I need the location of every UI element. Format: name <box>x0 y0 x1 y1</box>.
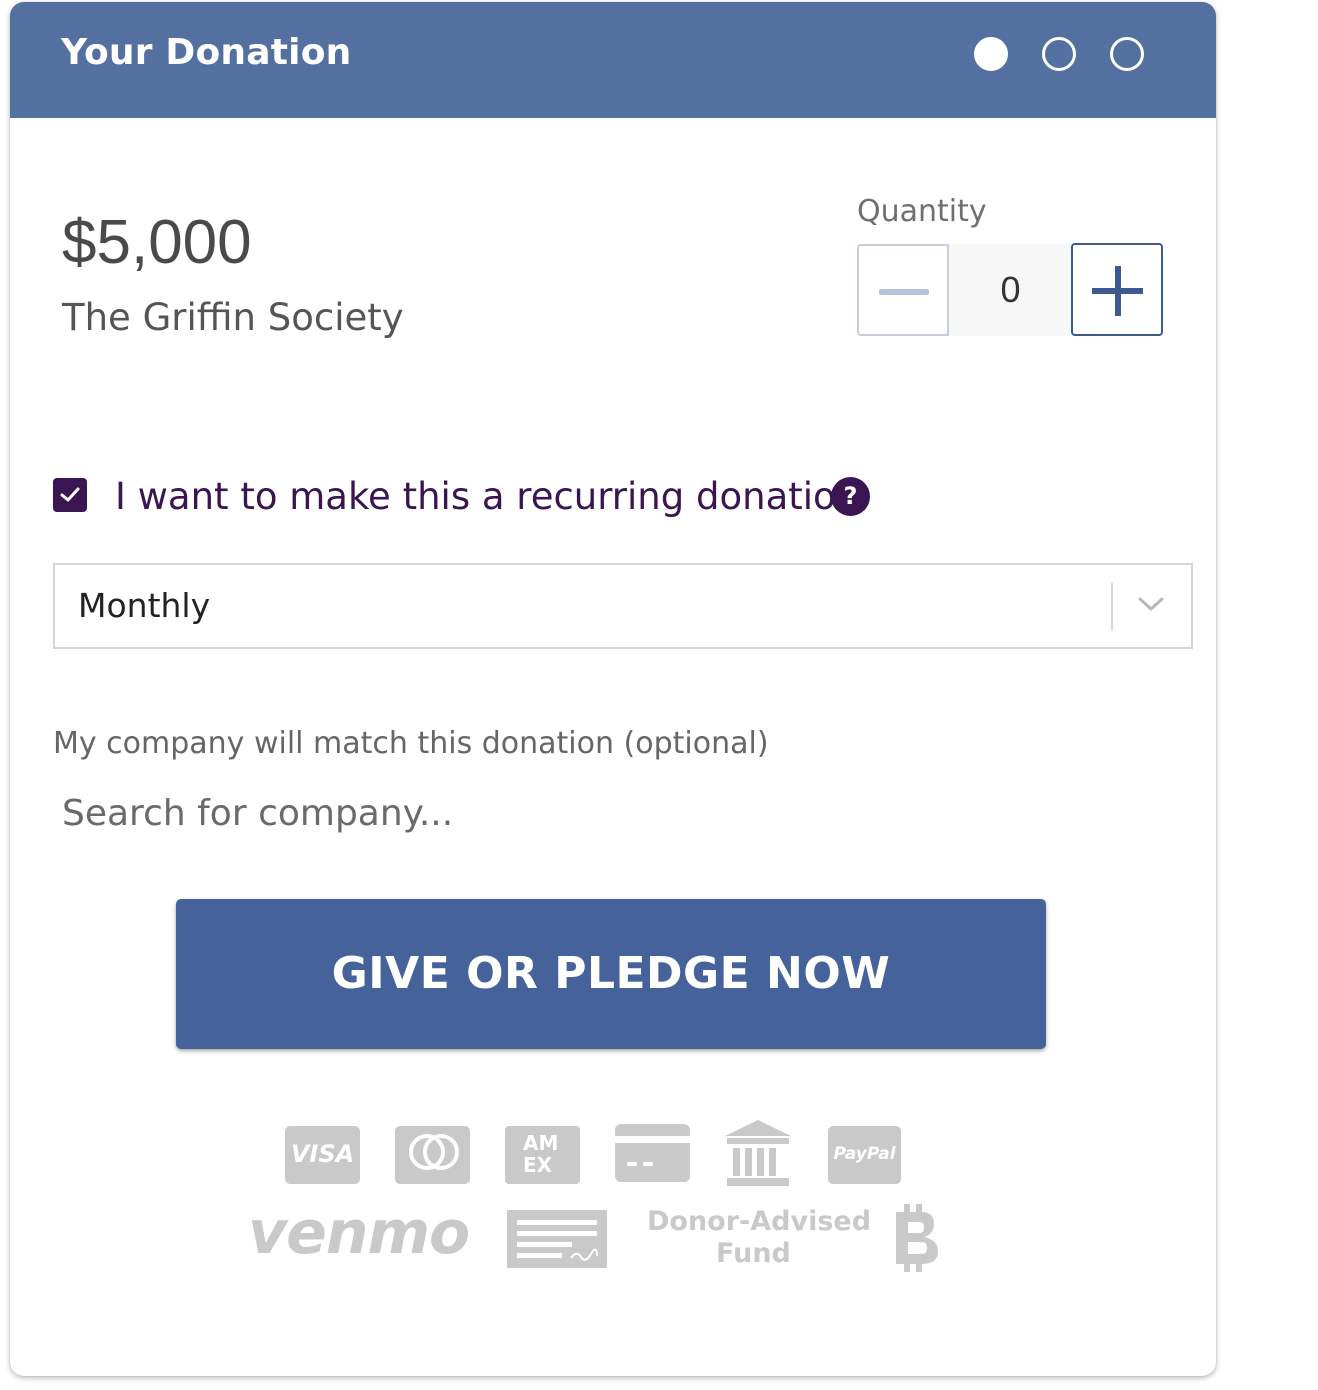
quantity-increment-button[interactable] <box>1071 243 1163 336</box>
paypal-label: PayPal <box>833 1144 896 1164</box>
donor-advised-fund-label-line2: Fund <box>716 1238 791 1269</box>
help-icon[interactable]: ? <box>831 477 870 516</box>
select-separator <box>1111 583 1113 631</box>
recurring-checkbox[interactable] <box>53 478 87 512</box>
donation-header: Your Donation <box>10 2 1216 118</box>
donation-amount: $5,000 <box>62 208 252 277</box>
frequency-selected-value: Monthly <box>78 586 211 625</box>
mastercard-icon <box>395 1126 470 1184</box>
donation-card: Your Donation $5,000 The Griffin Society… <box>10 2 1216 1376</box>
check-icon <box>507 1210 607 1268</box>
plus-icon-vertical <box>1115 266 1121 316</box>
frequency-select[interactable]: Monthly <box>53 563 1193 649</box>
step-indicator-2 <box>1042 37 1076 71</box>
credit-card-icon <box>615 1124 690 1182</box>
company-match-label: My company will match this donation (opt… <box>53 726 769 761</box>
paypal-icon: PayPal <box>828 1126 901 1184</box>
visa-icon: VISA <box>285 1126 360 1184</box>
step-indicator-1 <box>974 37 1008 71</box>
bank-icon <box>725 1120 791 1186</box>
amex-icon: AM EX <box>505 1126 580 1184</box>
quantity-label: Quantity <box>857 194 987 229</box>
quantity-value[interactable]: 0 <box>949 244 1072 336</box>
quantity-decrement-button[interactable] <box>857 244 949 336</box>
give-or-pledge-button[interactable]: GIVE OR PLEDGE NOW <box>176 899 1046 1049</box>
step-indicator-3 <box>1110 37 1144 71</box>
bitcoin-icon <box>896 1204 938 1272</box>
venmo-icon: venmo <box>248 1198 470 1268</box>
donor-advised-fund-label: Donor-Advised <box>647 1206 872 1237</box>
chevron-down-icon <box>1138 597 1164 611</box>
donation-fund-name: The Griffin Society <box>62 296 404 339</box>
minus-icon <box>879 289 929 295</box>
header-title: Your Donation <box>61 32 352 73</box>
checkmark-icon <box>60 487 80 502</box>
recurring-label[interactable]: I want to make this a recurring donation <box>115 475 859 518</box>
amex-label: AM EX <box>523 1131 559 1177</box>
visa-label: VISA <box>290 1140 355 1168</box>
company-search-input[interactable] <box>54 783 970 843</box>
